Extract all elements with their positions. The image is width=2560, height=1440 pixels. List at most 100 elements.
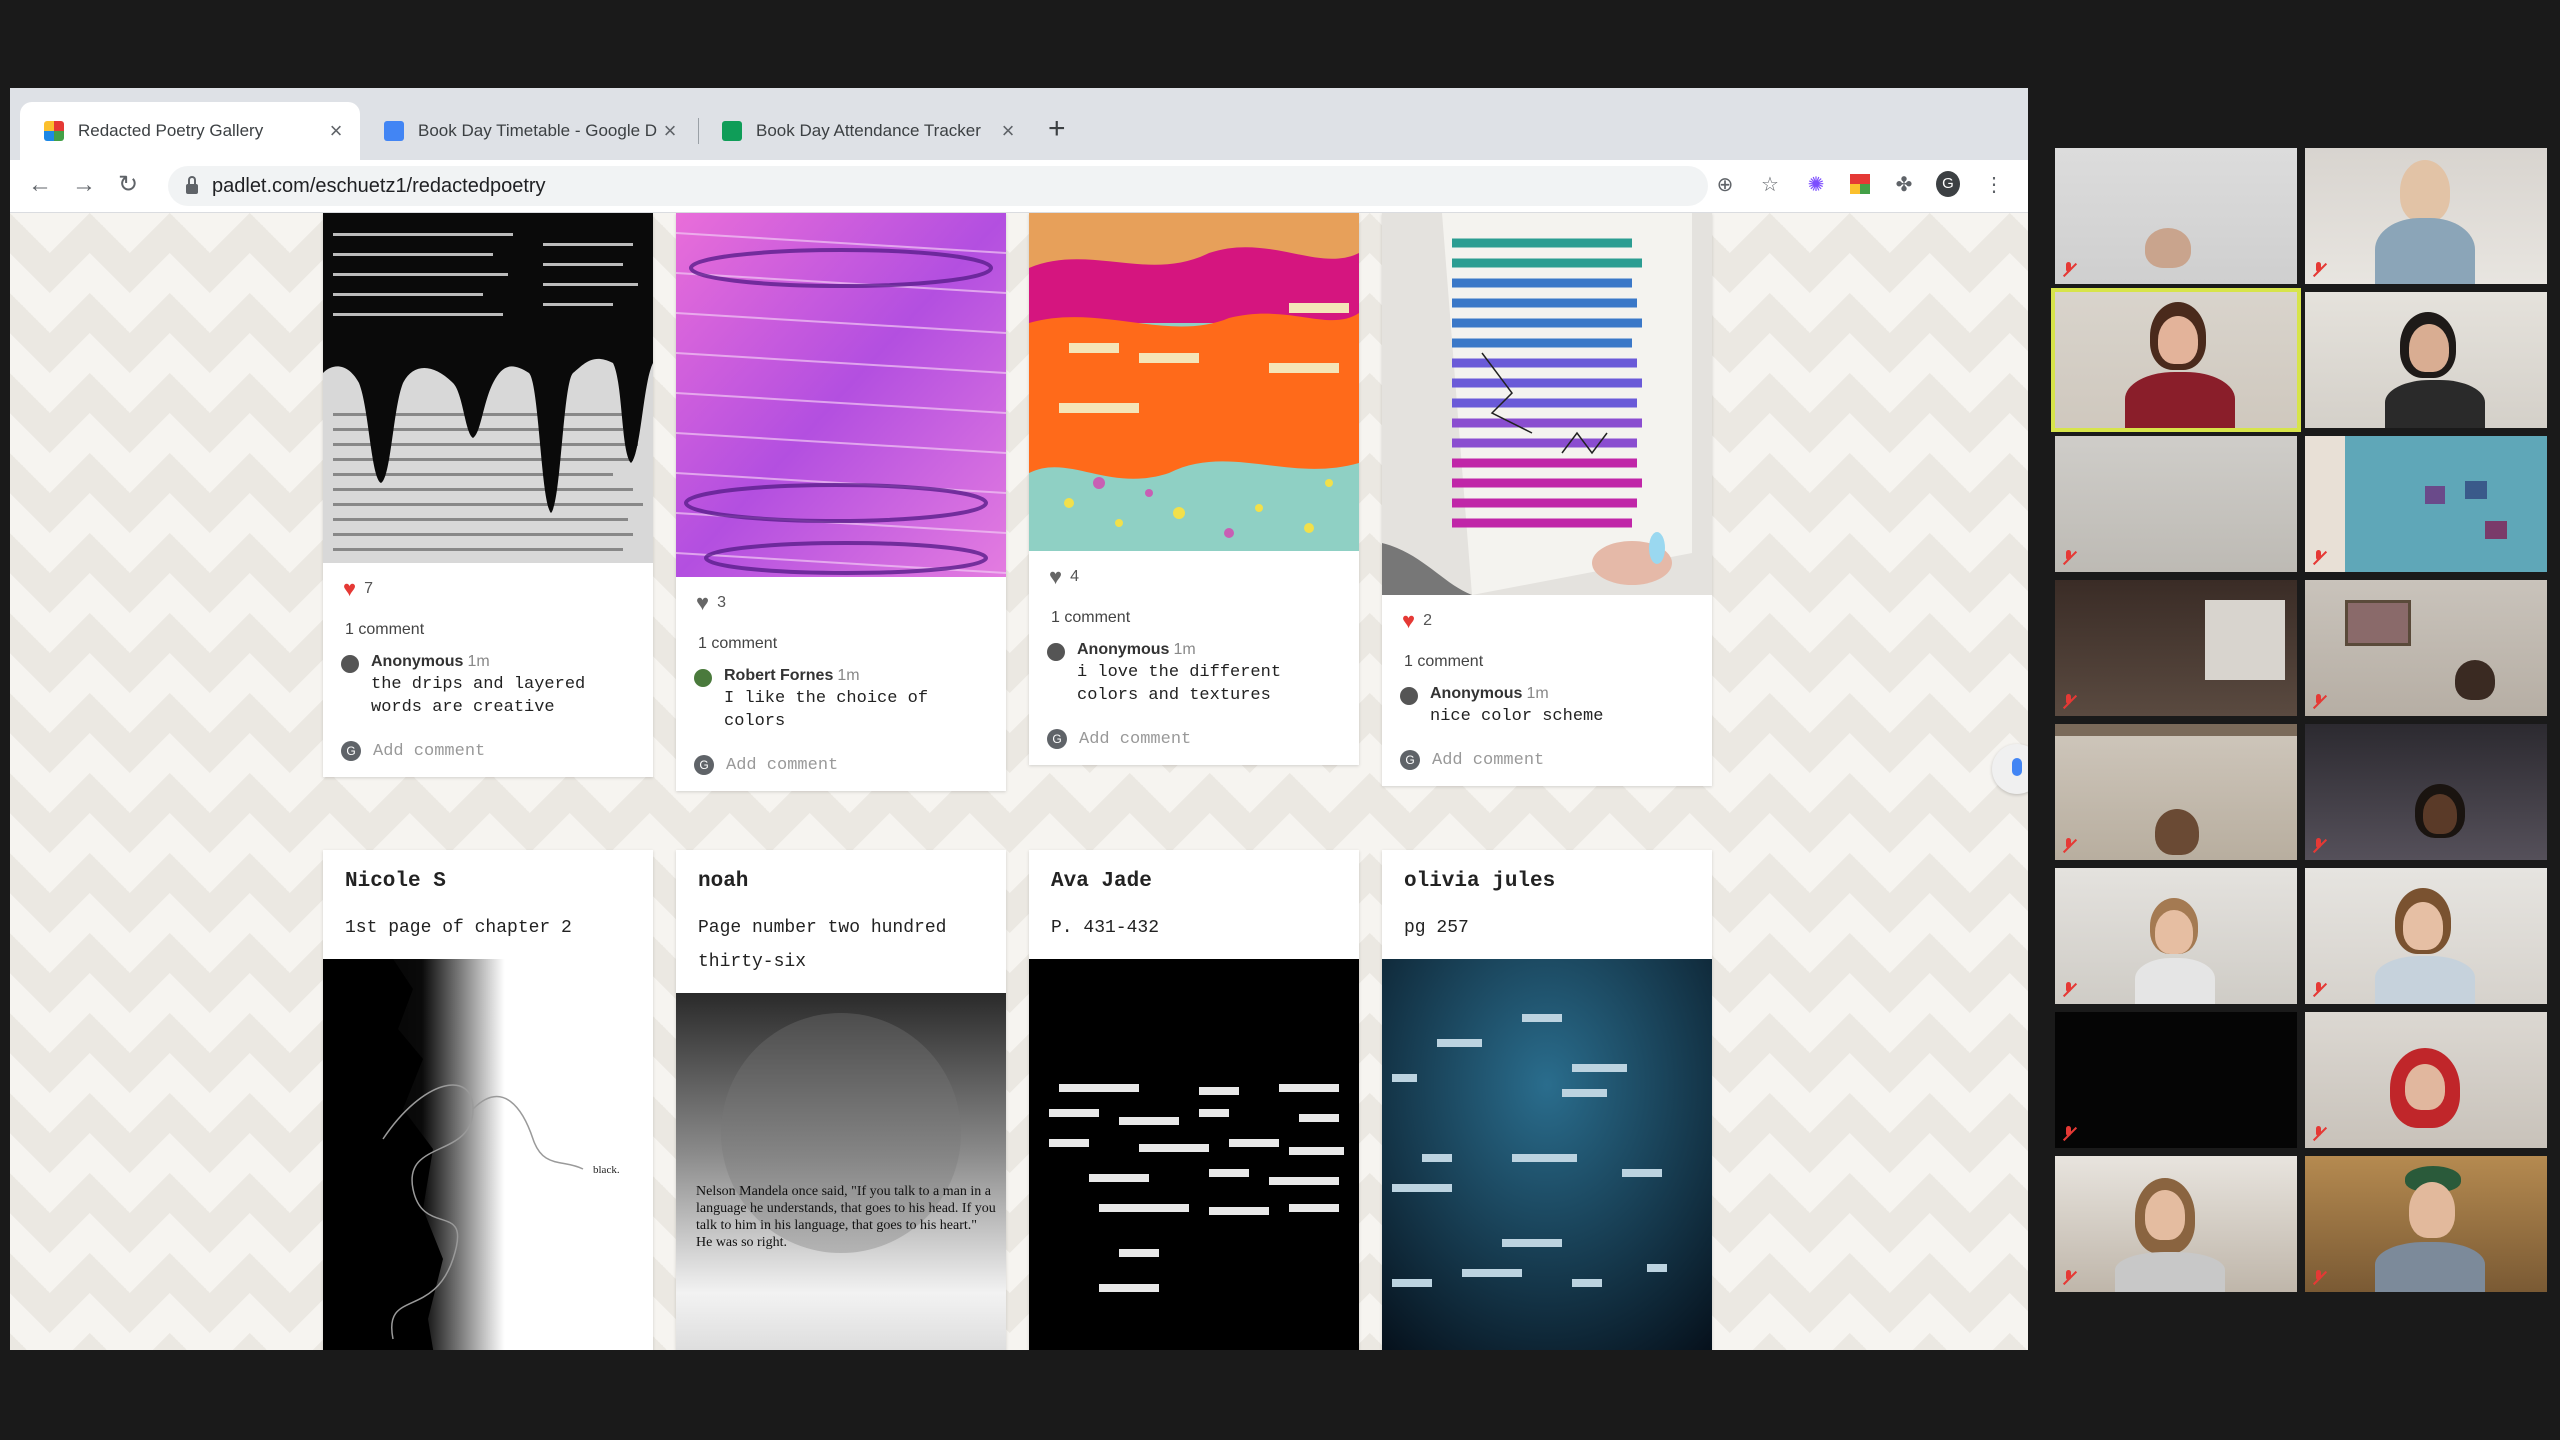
close-tab-icon[interactable]: ×	[998, 120, 1018, 142]
participant-video[interactable]	[2305, 1156, 2547, 1292]
comment-text: the drips and layered words are creative	[371, 675, 586, 717]
close-tab-icon[interactable]: ×	[326, 120, 346, 142]
post-card[interactable]: ♥ 2 1 comment Anonymous 1m nice color sch…	[1382, 213, 1712, 786]
menu-kebab-icon[interactable]: ⋮	[1982, 172, 2006, 196]
post-card[interactable]: noah Page number two hundred thirty-six …	[676, 850, 1006, 1350]
participant-video[interactable]	[2055, 1156, 2297, 1292]
tab-redacted-poetry-gallery[interactable]: Redacted Poetry Gallery ×	[20, 102, 360, 160]
profile-avatar[interactable]: G	[1936, 171, 1960, 197]
post-title: P. 431-432	[1051, 918, 1160, 938]
post-author: olivia jules	[1404, 870, 1556, 893]
post-image[interactable]	[1029, 213, 1359, 551]
participant-head	[2155, 809, 2199, 855]
muted-mic-icon	[2061, 262, 2077, 278]
tab-book-day-timetable[interactable]: Book Day Timetable - Google D ×	[360, 102, 694, 160]
new-tab-button[interactable]: +	[1048, 114, 1066, 144]
tab-title: Book Day Attendance Tracker	[756, 121, 981, 140]
redacted-poem-blue-image	[1382, 959, 1712, 1350]
back-arrow-icon[interactable]: ←	[28, 170, 52, 200]
post-image[interactable]	[1382, 213, 1712, 595]
participant-video[interactable]	[2305, 436, 2547, 572]
participant-video[interactable]	[2055, 868, 2297, 1004]
muted-mic-icon	[2311, 694, 2327, 710]
post-title: pg 257	[1404, 918, 1469, 938]
comment: Robert Fornes 1m I like the choice of col…	[676, 653, 1006, 733]
anonymous-avatar-icon	[341, 655, 359, 673]
reactions: ♥ 3	[676, 577, 1006, 615]
tab-title: Book Day Timetable - Google D	[418, 121, 658, 140]
muted-mic-icon	[2311, 1270, 2327, 1286]
post-card[interactable]: Nicole S 1st page of chapter 2 black.	[323, 850, 653, 1350]
participant-video[interactable]	[2055, 148, 2297, 284]
comment: Anonymous 1m i love the different colors …	[1029, 627, 1359, 707]
post-image[interactable]	[1029, 959, 1359, 1350]
add-comment-field[interactable]: G Add comment	[1029, 707, 1359, 765]
comment: Anonymous 1m nice color scheme	[1382, 671, 1712, 728]
participant-head	[2145, 228, 2191, 268]
redacted-poem-blackout-image	[1029, 959, 1359, 1350]
post-image[interactable]	[1382, 959, 1712, 1350]
participant-video-active-speaker[interactable]	[2051, 288, 2301, 432]
post-card[interactable]: Ava Jade P. 431-432	[1029, 850, 1359, 1350]
add-comment-field[interactable]: G Add comment	[1382, 728, 1712, 786]
heart-icon[interactable]: ♥	[1049, 566, 1062, 588]
redacted-poem-black-white-image: black.	[323, 959, 653, 1350]
participant-video[interactable]	[2305, 148, 2547, 284]
comment-count[interactable]: 1 comment	[676, 615, 1006, 653]
muted-mic-icon	[2061, 1126, 2077, 1142]
heart-icon[interactable]: ♥	[343, 578, 356, 600]
comment-author: Anonymous	[371, 653, 464, 670]
padlet-wall: ♥ 7 1 comment Anonymous 1m the drips and …	[10, 213, 2028, 1350]
post-image[interactable]: Nelson Mandela once said, "If you talk t…	[676, 993, 1006, 1350]
bookmark-star-icon[interactable]: ☆	[1758, 172, 1782, 196]
participant-video[interactable]	[2305, 580, 2547, 716]
participant-video[interactable]	[2055, 724, 2297, 860]
participant-video[interactable]	[2055, 436, 2297, 572]
participant-body	[2375, 1242, 2485, 1292]
extensions-puzzle-icon[interactable]: ✤	[1892, 172, 1916, 196]
muted-mic-icon	[2061, 982, 2077, 998]
install-app-icon[interactable]: ⊕	[1713, 172, 1737, 196]
participant-body	[2375, 218, 2475, 284]
close-tab-icon[interactable]: ×	[660, 120, 680, 142]
add-comment-field[interactable]: G Add comment	[676, 733, 1006, 791]
participant-face	[2409, 324, 2449, 372]
padlet-icon	[44, 121, 64, 141]
extension-icon[interactable]: ✺	[1804, 172, 1828, 196]
extension-colorful-icon[interactable]	[1848, 172, 1872, 196]
post-card[interactable]: ♥ 7 1 comment Anonymous 1m the drips and …	[323, 213, 653, 777]
comment-count[interactable]: 1 comment	[323, 601, 653, 639]
like-count: 2	[1423, 612, 1432, 629]
participant-video[interactable]	[2055, 580, 2297, 716]
comment-count[interactable]: 1 comment	[1029, 589, 1359, 627]
comment-time: 1m	[467, 653, 490, 670]
browser-window: Redacted Poetry Gallery × Book Day Timet…	[10, 88, 2028, 1350]
post-title: 1st page of chapter 2	[345, 918, 572, 938]
muted-mic-icon	[2061, 838, 2077, 854]
post-image[interactable]	[676, 213, 1006, 577]
participant-head	[2400, 160, 2450, 222]
post-author: Ava Jade	[1051, 870, 1152, 893]
address-bar[interactable]: padlet.com/eschuetz1/redactedpoetry	[168, 166, 1708, 206]
reload-icon[interactable]: ↻	[118, 170, 138, 200]
participant-video[interactable]	[2305, 868, 2547, 1004]
participant-video[interactable]	[2305, 724, 2547, 860]
post-image[interactable]	[323, 213, 653, 563]
post-image[interactable]: black.	[323, 959, 653, 1350]
comment-author: Robert Fornes	[724, 667, 834, 684]
comment-count[interactable]: 1 comment	[1382, 633, 1712, 671]
post-author: noah	[698, 870, 749, 893]
post-card[interactable]: ♥ 4 1 comment Anonymous 1m i love the dif…	[1029, 213, 1359, 765]
lock-icon	[186, 176, 198, 194]
post-card[interactable]: ♥ 3 1 comment Robert Fornes 1m I like the…	[676, 213, 1006, 791]
participant-video[interactable]	[2305, 292, 2547, 428]
post-card[interactable]: olivia jules pg 257	[1382, 850, 1712, 1350]
heart-icon[interactable]: ♥	[696, 592, 709, 614]
heart-icon[interactable]: ♥	[1402, 610, 1415, 632]
participant-video-off[interactable]	[2055, 1012, 2297, 1148]
participant-video[interactable]	[2305, 1012, 2547, 1148]
forward-arrow-icon[interactable]: →	[72, 170, 96, 200]
add-comment-field[interactable]: G Add comment	[323, 719, 653, 777]
tab-book-day-attendance[interactable]: Book Day Attendance Tracker ×	[698, 102, 1032, 160]
participant-head	[2455, 660, 2495, 700]
